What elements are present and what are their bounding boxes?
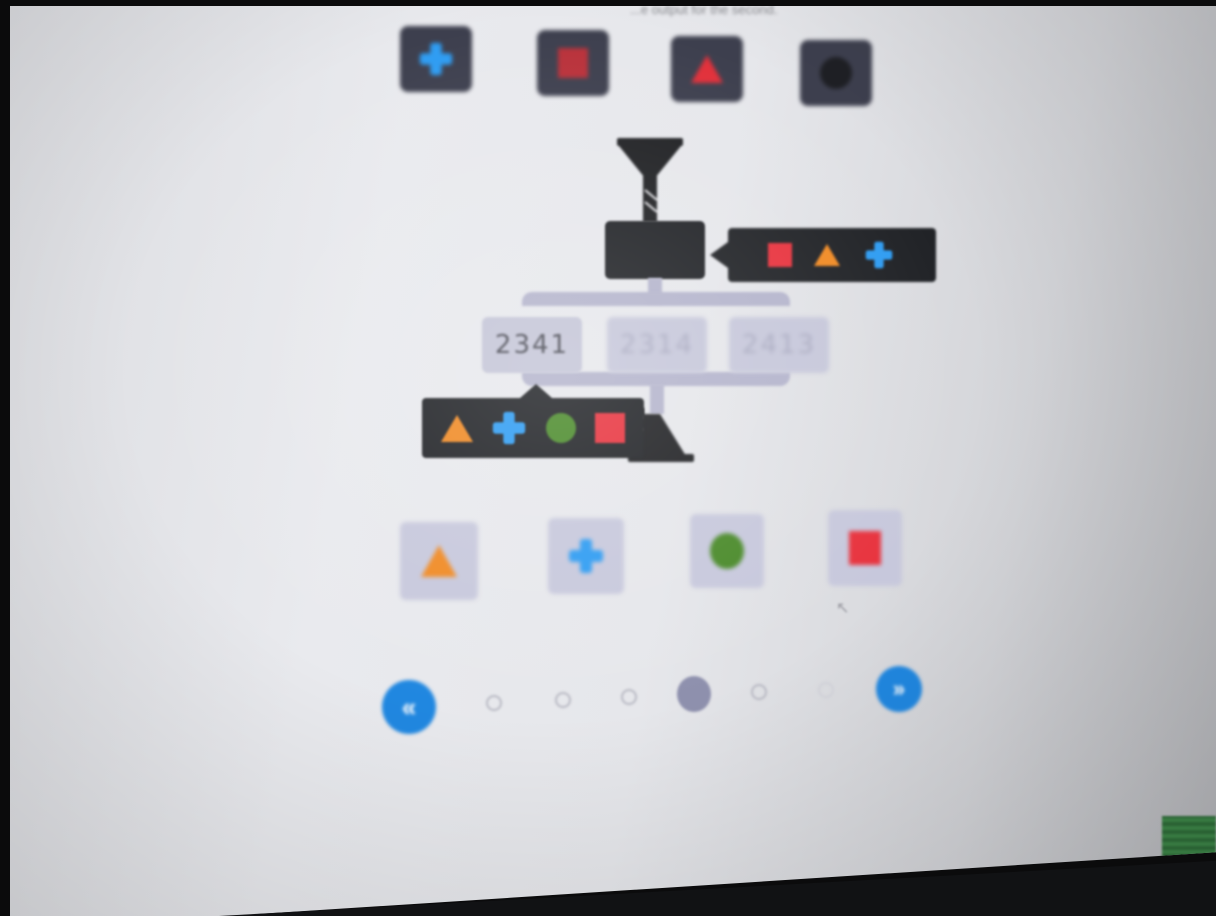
triangle-icon (421, 545, 457, 577)
monitor-screen: ...e output for the second. 2341 2314 24… (10, 6, 1216, 916)
page-dot-4[interactable] (677, 676, 711, 712)
answer-tile-triangle[interactable] (400, 522, 478, 600)
square-icon (558, 48, 588, 78)
code-tile-1[interactable] (400, 26, 472, 92)
circle-icon (545, 413, 576, 443)
plus-icon (865, 241, 893, 269)
answer-tile-square[interactable] (828, 510, 902, 586)
answer-tile-plus[interactable] (548, 518, 624, 594)
plus-icon (419, 42, 453, 76)
code-option-2413[interactable]: 2413 (729, 317, 829, 373)
square-icon (768, 243, 792, 267)
square-icon (594, 413, 625, 443)
processor-box (605, 221, 705, 279)
page-dot-2[interactable] (555, 692, 571, 708)
triangle-icon (691, 55, 723, 83)
hint-bubble (710, 228, 936, 282)
screen-glare (10, 6, 1216, 916)
code-option-2314[interactable]: 2314 (607, 317, 707, 373)
plus-icon (569, 539, 603, 573)
square-icon (849, 531, 881, 565)
page-dot-1[interactable] (486, 695, 502, 711)
code-tile-2[interactable] (537, 30, 609, 96)
pipe-branch-top (522, 292, 790, 306)
code-option-2341[interactable]: 2341 (482, 317, 582, 373)
code-tile-4[interactable] (800, 40, 872, 106)
code-tile-3[interactable] (671, 36, 743, 102)
result-bubble (422, 384, 644, 458)
triangle-icon (441, 414, 474, 442)
mouse-cursor-icon: ↖ (836, 600, 850, 617)
instruction-text: ...e output for the second. (630, 6, 778, 17)
prev-page-button[interactable]: « (382, 680, 436, 734)
answer-tile-circle[interactable] (690, 514, 764, 588)
desktop-corner-fragment (1162, 816, 1216, 858)
input-funnel-icon (617, 138, 683, 222)
page-dot-6[interactable] (818, 682, 834, 698)
triangle-icon (814, 244, 840, 266)
next-page-button[interactable]: » (876, 666, 922, 712)
page-dot-5[interactable] (751, 684, 767, 700)
page-dot-3[interactable] (621, 689, 637, 705)
plus-icon (493, 411, 526, 445)
circle-icon (820, 57, 852, 89)
circle-icon (710, 533, 744, 569)
